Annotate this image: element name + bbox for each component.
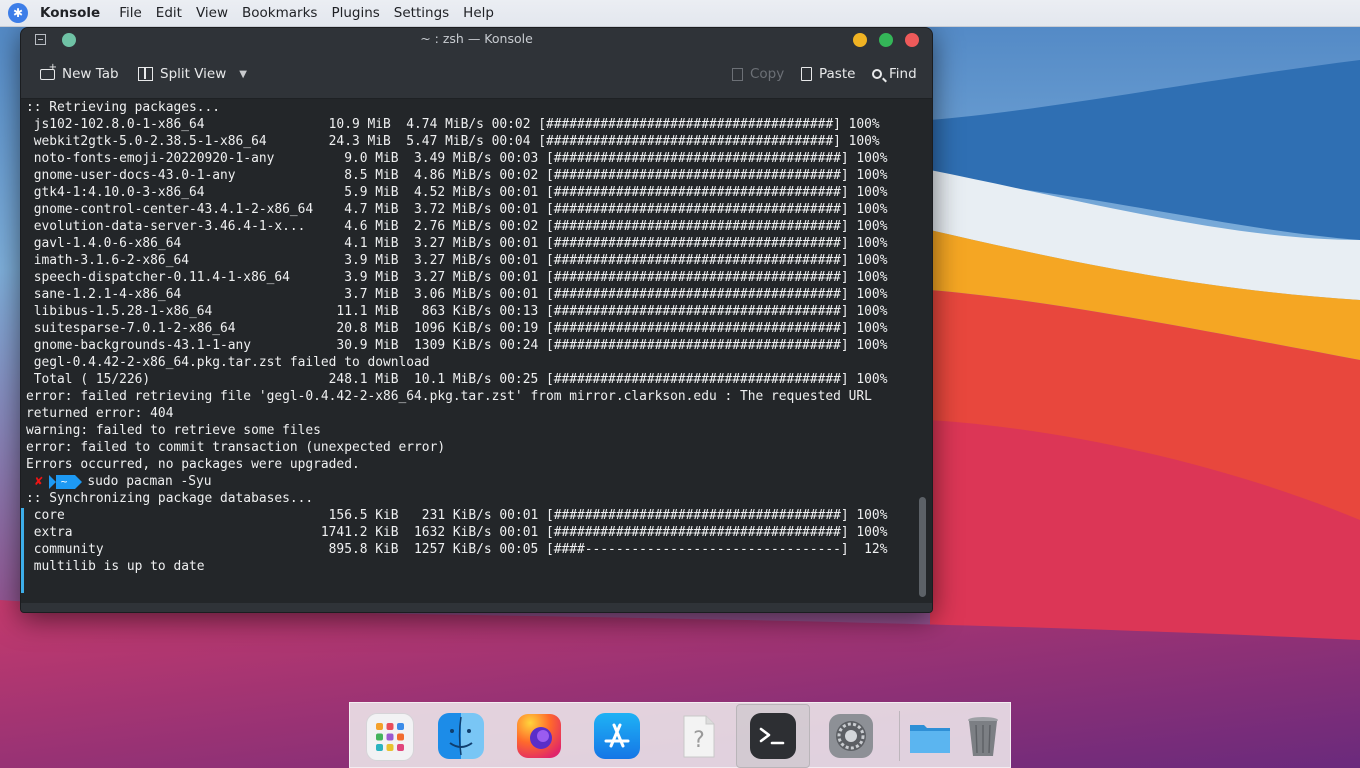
menubar-app-name[interactable]: Konsole: [40, 5, 100, 21]
menu-file[interactable]: File: [119, 5, 142, 21]
terminal-line: error: failed retrieving file 'gegl-0.4.…: [26, 389, 872, 404]
terminal-line: :: Synchronizing package databases...: [26, 491, 314, 506]
shell-prompt: ✘ ~ sudo pacman -Syu: [26, 473, 212, 490]
find-button[interactable]: Find: [872, 66, 917, 82]
new-tab-button[interactable]: New Tab: [40, 62, 119, 82]
terminal-line: speech-dispatcher-0.11.4-1-x86_64 3.9 Mi…: [26, 270, 888, 285]
trash-icon[interactable]: [960, 713, 1006, 759]
menu-view[interactable]: View: [196, 5, 228, 21]
window-titlebar[interactable]: ~ : zsh — Konsole: [21, 28, 932, 52]
prompt-command: sudo pacman -Syu: [87, 474, 212, 489]
menu-plugins[interactable]: Plugins: [331, 5, 379, 21]
terminal-line: imath-3.1.6-2-x86_64 3.9 MiB 3.27 MiB/s …: [26, 253, 888, 268]
minimize-button[interactable]: [853, 33, 867, 47]
terminal-line: noto-fonts-emoji-20220920-1-any 9.0 MiB …: [26, 151, 888, 166]
scrollbar-thumb[interactable]: [919, 497, 926, 597]
paste-button[interactable]: Paste: [801, 66, 855, 82]
terminal-line: gnome-control-center-43.4.1-2-x86_64 4.7…: [26, 202, 888, 217]
terminal-line: extra 1741.2 KiB 1632 KiB/s 00:01 [#####…: [26, 525, 888, 540]
find-label: Find: [889, 66, 917, 82]
split-view-icon: [138, 67, 153, 81]
terminal-line: multilib is up to date: [26, 559, 205, 574]
dock-separator: [899, 711, 900, 761]
terminal-line: returned error: 404: [26, 406, 174, 421]
terminal-line: webkit2gtk-5.0-2.38.5-1-x86_64 24.3 MiB …: [26, 134, 880, 149]
new-tab-label: New Tab: [62, 66, 119, 82]
app-menu-logo-icon[interactable]: ✱: [8, 3, 28, 23]
konsole-window: ~ : zsh — Konsole New Tab Split View ▼ C…: [20, 27, 933, 613]
terminal-line: gnome-user-docs-43.0-1-any 8.5 MiB 4.86 …: [26, 168, 888, 183]
window-bottom-edge: [21, 603, 932, 612]
terminal-line: Errors occurred, no packages were upgrad…: [26, 457, 360, 472]
terminal-output-after-prompt: :: Synchronizing package databases... co…: [26, 490, 887, 575]
copy-button[interactable]: Copy: [732, 66, 784, 82]
dock: ?: [349, 702, 1011, 768]
command-marker: [21, 508, 24, 593]
menu-edit[interactable]: Edit: [156, 5, 182, 21]
firefox-icon[interactable]: [516, 713, 562, 759]
menu-settings[interactable]: Settings: [394, 5, 449, 21]
terminal-line: evolution-data-server-3.46.4-1-x... 4.6 …: [26, 219, 888, 234]
terminal-line: warning: failed to retrieve some files: [26, 423, 321, 438]
global-menu-bar: ✱ Konsole File Edit View Bookmarks Plugi…: [0, 0, 1360, 27]
terminal-line: suitesparse-7.0.1-2-x86_64 20.8 MiB 1096…: [26, 321, 888, 336]
copy-icon: [732, 67, 743, 81]
paste-label: Paste: [819, 66, 856, 82]
split-view-button[interactable]: Split View ▼: [138, 66, 247, 82]
error-status-icon: ✘: [35, 474, 43, 489]
copy-label: Copy: [750, 66, 785, 82]
window-title: ~ : zsh — Konsole: [420, 31, 533, 46]
maximize-button[interactable]: [879, 33, 893, 47]
close-button[interactable]: [905, 33, 919, 47]
prompt-directory: ~: [48, 474, 82, 489]
menu-bookmarks[interactable]: Bookmarks: [242, 5, 317, 21]
terminal-view[interactable]: :: Retrieving packages... js102-102.8.0-…: [21, 99, 932, 603]
unknown-file-icon[interactable]: ?: [676, 713, 722, 759]
folder-icon[interactable]: [907, 713, 953, 759]
terminal-line: gtk4-1:4.10.0-3-x86_64 5.9 MiB 4.52 MiB/…: [26, 185, 888, 200]
terminal-scrollbar[interactable]: [917, 99, 929, 603]
search-icon: [872, 69, 882, 79]
terminal-line: gegl-0.4.42-2-x86_64.pkg.tar.zst failed …: [26, 355, 430, 370]
terminal-output: :: Retrieving packages... js102-102.8.0-…: [26, 99, 887, 473]
system-settings-icon[interactable]: [828, 713, 874, 759]
terminal-line: libibus-1.5.28-1-x86_64 11.1 MiB 863 KiB…: [26, 304, 888, 319]
new-tab-icon: [40, 62, 57, 80]
terminal-line: community 895.8 KiB 1257 KiB/s 00:05 [##…: [26, 542, 888, 557]
main-toolbar: New Tab Split View ▼ Copy Paste Find: [21, 52, 932, 99]
chevron-down-icon[interactable]: ▼: [239, 69, 247, 80]
launchpad-icon[interactable]: [366, 713, 414, 761]
terminal-line: js102-102.8.0-1-x86_64 10.9 MiB 4.74 MiB…: [26, 117, 880, 132]
svg-text:?: ?: [693, 728, 705, 753]
terminal-line: error: failed to commit transaction (une…: [26, 440, 446, 455]
finder-icon[interactable]: [438, 713, 484, 759]
terminal-line: :: Retrieving packages...: [26, 100, 221, 115]
terminal-line: Total ( 15/226) 248.1 MiB 10.1 MiB/s 00:…: [26, 372, 888, 387]
terminal-line: gnome-backgrounds-43.1-1-any 30.9 MiB 13…: [26, 338, 888, 353]
terminal-line: gavl-1.4.0-6-x86_64 4.1 MiB 3.27 MiB/s 0…: [26, 236, 888, 251]
terminal-icon[interactable]: [750, 713, 796, 759]
split-view-label: Split View: [160, 66, 227, 82]
menu-help[interactable]: Help: [463, 5, 494, 21]
paste-icon: [801, 67, 812, 81]
terminal-line: sane-1.2.1-4-x86_64 3.7 MiB 3.06 MiB/s 0…: [26, 287, 888, 302]
app-store-icon[interactable]: [594, 713, 640, 759]
terminal-line: core 156.5 KiB 231 KiB/s 00:01 [########…: [26, 508, 888, 523]
